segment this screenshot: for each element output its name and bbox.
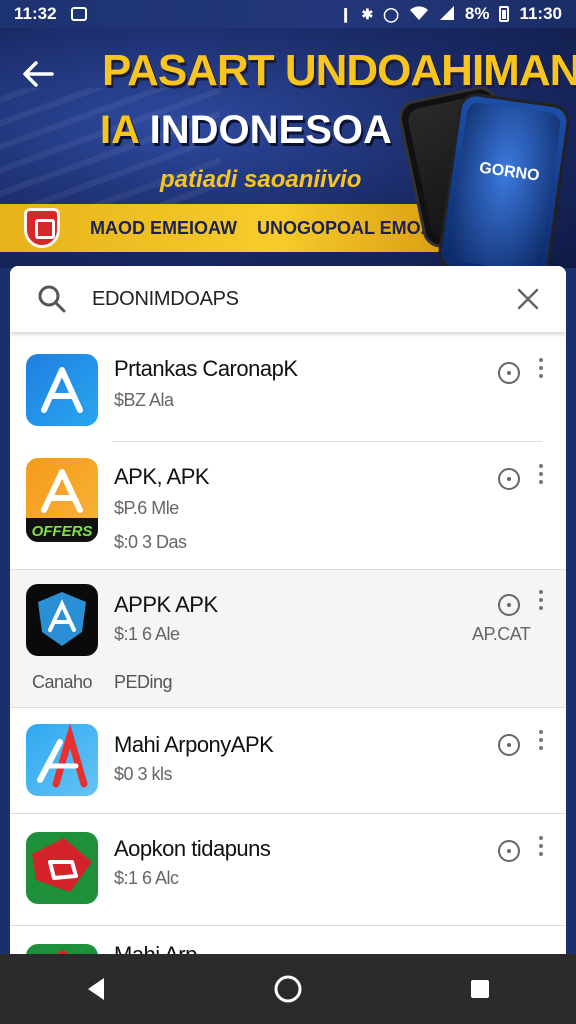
list-item[interactable]: OFFERS APK, APK $P.6 Mle $:0 3 Das: [10, 442, 566, 570]
more-options-icon[interactable]: [534, 358, 548, 380]
bluetooth-icon: ✱: [361, 5, 374, 22]
offers-badge: OFFERS: [32, 523, 93, 540]
close-icon[interactable]: [514, 285, 542, 313]
wifi-icon: [409, 5, 429, 24]
select-radio[interactable]: [498, 840, 520, 862]
app-title: APPK APK: [114, 592, 218, 617]
status-bar: 11:32 ❙ ✱ ◯ 8% 11:30: [0, 0, 576, 28]
list-item[interactable]: Mahi ArponyAPK $0 3 kls: [10, 708, 566, 814]
battery-icon: [499, 6, 510, 22]
navigation-bar: [0, 954, 576, 1024]
battery-percent: 8%: [464, 4, 490, 23]
select-radio[interactable]: [498, 594, 520, 616]
app-title: Prtankas CaronapK: [114, 356, 298, 381]
search-icon[interactable]: [36, 283, 68, 315]
banner-subtitle: patiadi saoaniivio: [160, 166, 362, 193]
promo-banner: PASART UNDOAHIMAN IA INDONESOA patiadi s…: [0, 28, 576, 268]
app-title: Mahi ArponyAPK: [114, 732, 274, 757]
app-category-label: AP.CAT: [472, 624, 531, 644]
banner-title-rest: INDONESOA: [149, 108, 392, 152]
results-card: EDONIMDOAPS Prtankas CaronapK $BZ Ala OF…: [10, 266, 566, 1024]
more-options-icon[interactable]: [534, 464, 548, 486]
ribbon-text-1: MAOD EMEIOAW: [90, 217, 237, 238]
more-options-icon[interactable]: [534, 836, 548, 858]
phone-illustration-front: GORNO: [436, 91, 572, 268]
back-arrow-icon[interactable]: [18, 54, 58, 94]
app-shield-a-icon: [26, 584, 98, 656]
select-radio[interactable]: [498, 468, 520, 490]
vibrate-icon: ❙: [339, 5, 352, 22]
status-time-left: 11:32: [14, 4, 57, 23]
app-title: Aopkon tidapuns: [114, 836, 271, 861]
banner-ribbon: MAOD EMEIOAW UNOGOPOAL EMOAEN: [0, 204, 460, 252]
status-icons: ❙ ✱ ◯ 8% 11:30: [340, 4, 562, 24]
message-notification-icon: [70, 7, 87, 21]
app-status-left: Canaho: [32, 672, 93, 692]
signal-icon: [439, 5, 455, 24]
app-store-a-icon: [26, 724, 98, 796]
select-radio[interactable]: [498, 362, 520, 384]
more-options-icon[interactable]: [534, 730, 548, 752]
more-options-icon[interactable]: [534, 590, 548, 612]
home-icon[interactable]: [268, 969, 308, 1009]
banner-title-line1: PASART UNDOAHIMAN: [102, 46, 576, 95]
app-meta: $0 3 kls: [114, 764, 173, 784]
app-meta: $:1 6 Alc: [114, 868, 179, 888]
alarm-icon: ◯: [383, 5, 399, 22]
recents-icon[interactable]: [460, 969, 500, 1009]
app-meta: $P.6 Mle: [114, 498, 179, 518]
list-item[interactable]: Aopkon tidapuns $:1 6 Alc: [10, 814, 566, 926]
app-store-a-icon: OFFERS: [26, 458, 98, 542]
app-title: APK, APK: [114, 464, 210, 489]
status-time-right: 11:30: [519, 4, 562, 23]
back-icon[interactable]: [76, 969, 116, 1009]
app-store-a-icon: [26, 354, 98, 426]
app-tag-icon: [26, 832, 98, 904]
app-status-pending: PEDing: [114, 672, 173, 692]
list-item[interactable]: APPK APK $:1 6 Ale AP.CAT Canaho PEDing: [10, 570, 566, 708]
search-bar[interactable]: EDONIMDOAPS: [10, 266, 566, 332]
app-meta: $BZ Ala: [114, 390, 174, 410]
banner-title-prefix: IA: [100, 108, 139, 152]
select-radio[interactable]: [498, 734, 520, 756]
search-input[interactable]: EDONIMDOAPS: [92, 288, 239, 311]
app-meta: $:1 6 Ale: [114, 624, 180, 644]
app-meta-secondary: $:0 3 Das: [114, 532, 187, 552]
banner-title-line2: IA INDONESOA: [100, 108, 392, 153]
list-item[interactable]: Prtankas CaronapK $BZ Ala: [10, 340, 566, 442]
shield-logo-icon: [24, 208, 60, 248]
